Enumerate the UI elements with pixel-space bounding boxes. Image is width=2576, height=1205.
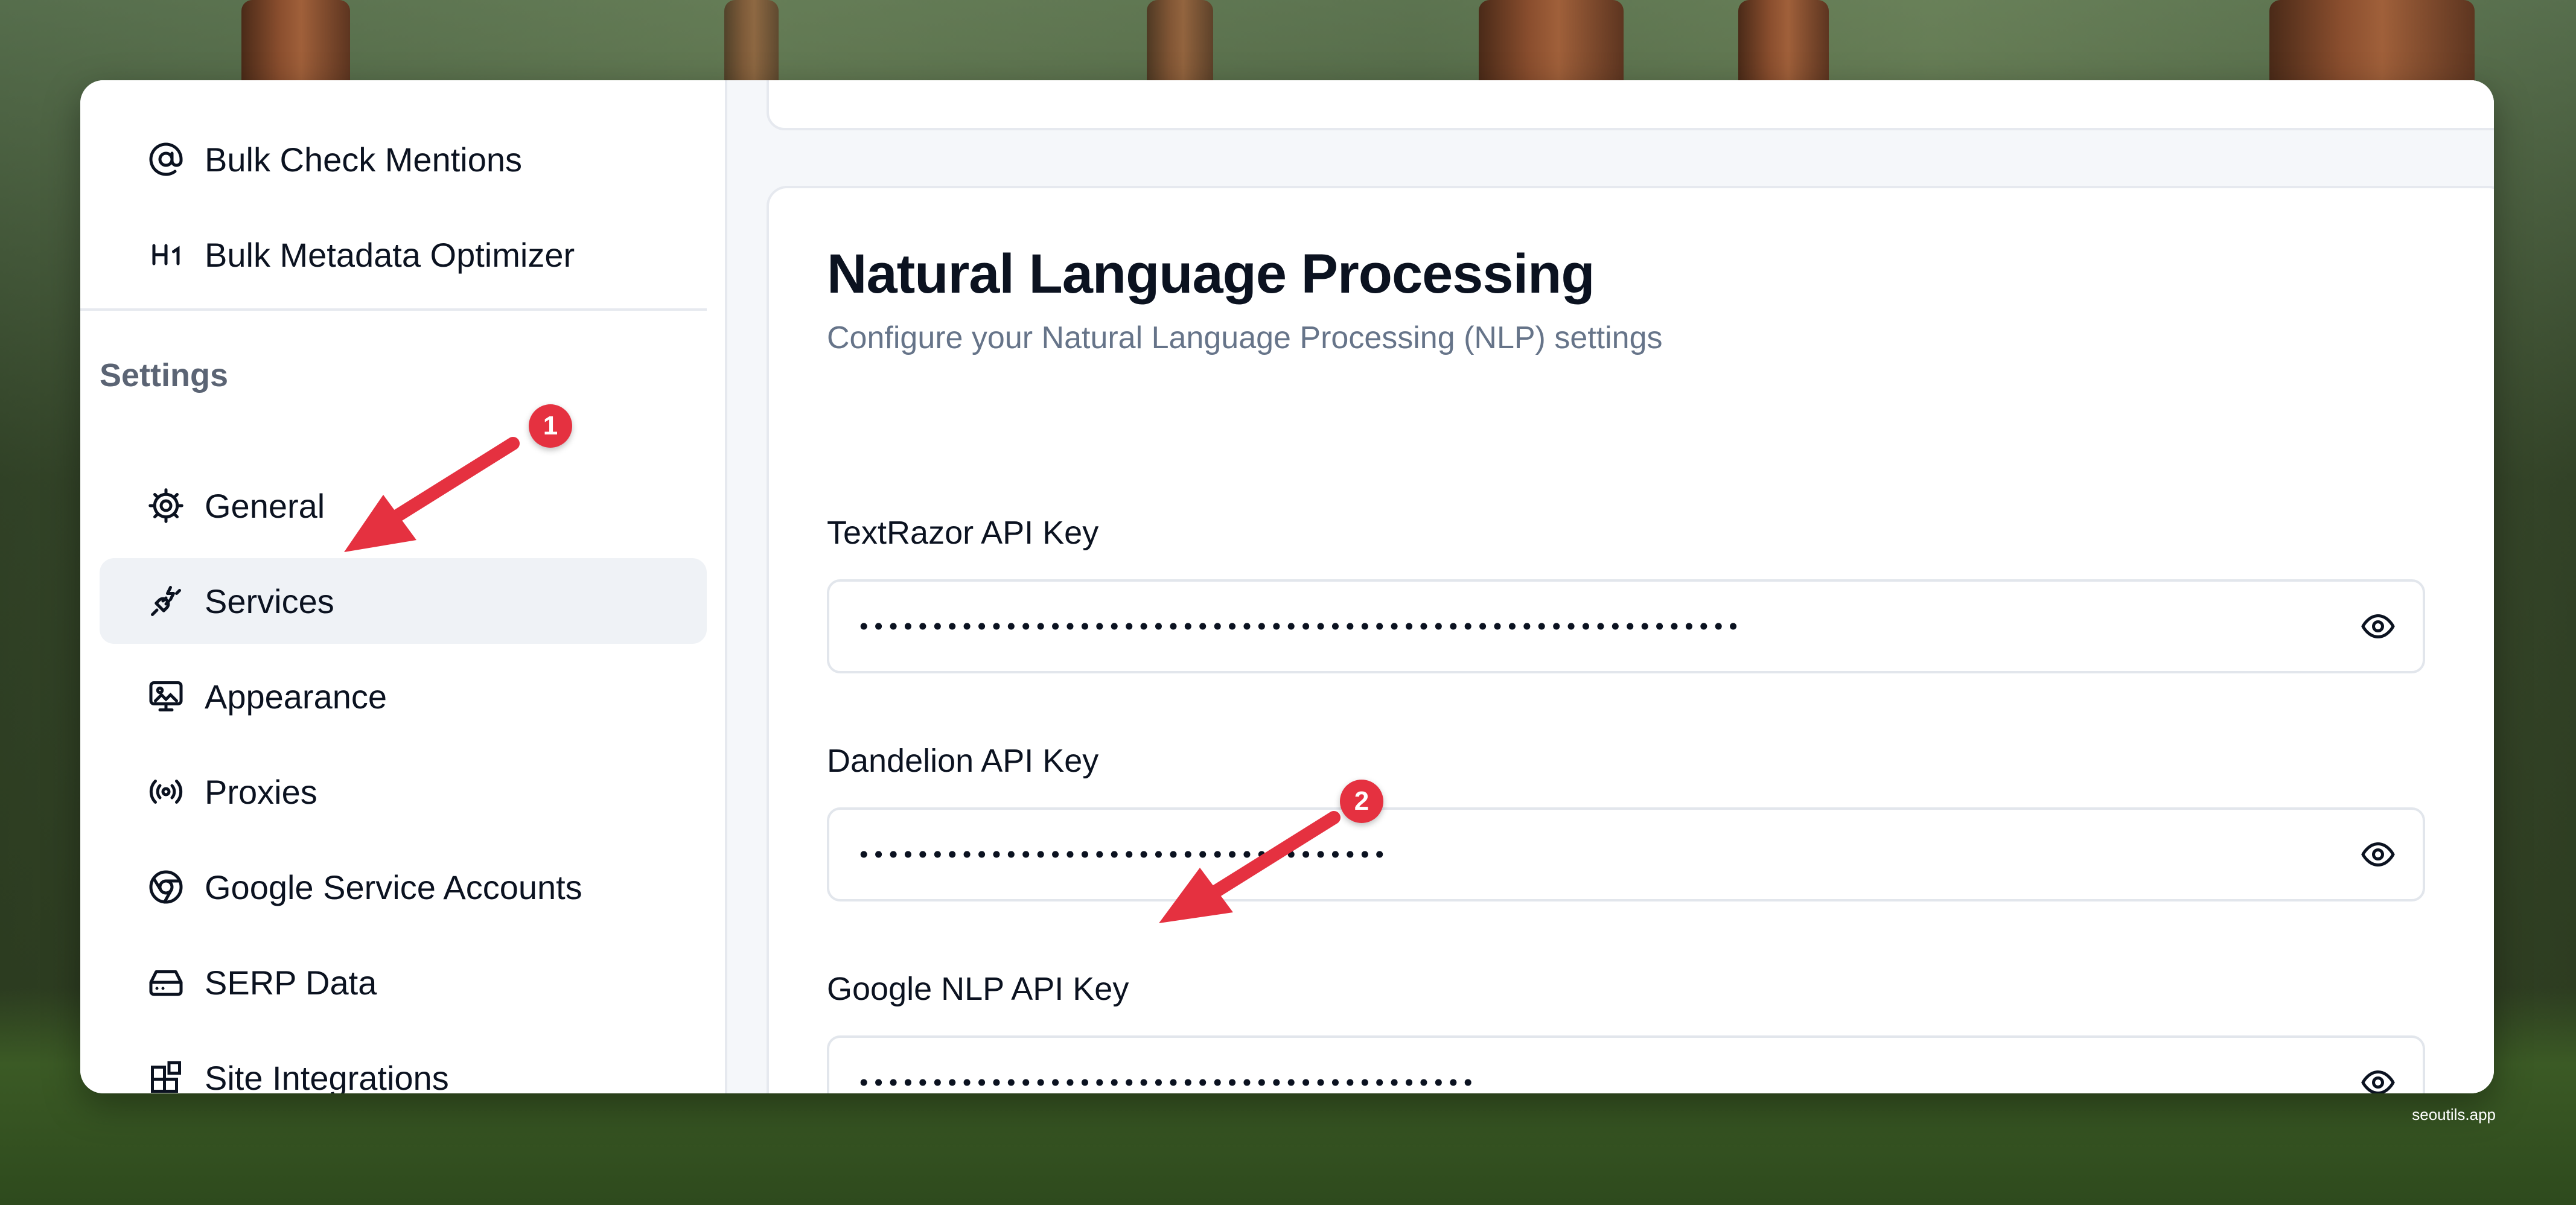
sidebar-item-appearance[interactable]: Appearance: [100, 653, 707, 739]
plug-icon: [147, 582, 185, 620]
textrazor-api-key-label: TextRazor API Key: [827, 515, 1099, 551]
chrome-icon: [147, 868, 185, 906]
hard-drive-icon: [147, 963, 185, 1002]
panel-subtitle: Configure your Natural Language Processi…: [827, 320, 1663, 355]
sidebar-item-site-integrations[interactable]: Site Integrations: [100, 1035, 707, 1093]
settings-section-label: Settings: [100, 357, 229, 393]
sidebar-item-google-service-accounts[interactable]: Google Service Accounts: [100, 844, 707, 930]
show-password-eye-icon[interactable]: [2360, 1064, 2396, 1093]
sidebar-item-bulk-metadata-optimizer[interactable]: Bulk Metadata Optimizer: [100, 212, 707, 297]
annotation-badge-1: 1: [529, 404, 572, 448]
show-password-eye-icon[interactable]: [2360, 836, 2396, 873]
previous-settings-panel: [767, 80, 2494, 130]
dandelion-api-key-input[interactable]: [856, 810, 2307, 900]
broadcast-icon: [147, 772, 185, 811]
textrazor-api-key-input[interactable]: [856, 582, 2307, 672]
sidebar-item-label: Services: [205, 582, 334, 620]
annotation-badge-2: 2: [1340, 780, 1383, 823]
sidebar-item-label: Site Integrations: [205, 1058, 449, 1094]
google-nlp-api-key-field: [827, 1035, 2425, 1093]
show-password-eye-icon[interactable]: [2360, 608, 2396, 644]
app-window: Bulk Check Mentions Bulk Metadata Optimi…: [80, 80, 2494, 1093]
h1-icon: [147, 235, 185, 274]
gear-icon: [147, 486, 185, 525]
sidebar-item-label: Appearance: [205, 677, 387, 716]
dandelion-api-key-field: [827, 807, 2425, 901]
at-sign-icon: [147, 140, 185, 179]
monitor-icon: [147, 677, 185, 716]
sidebar-item-label: Proxies: [205, 772, 317, 811]
main-content: Natural Language Processing Configure yo…: [727, 80, 2494, 1093]
sidebar: Bulk Check Mentions Bulk Metadata Optimi…: [80, 80, 727, 1093]
sidebar-divider: [80, 308, 707, 311]
sidebar-item-services[interactable]: Services: [100, 558, 707, 644]
google-nlp-api-key-label: Google NLP API Key: [827, 971, 1129, 1007]
sidebar-item-general[interactable]: General: [100, 463, 707, 548]
sidebar-item-label: Bulk Check Mentions: [205, 140, 523, 179]
sidebar-item-label: Google Service Accounts: [205, 868, 582, 906]
dandelion-api-key-label: Dandelion API Key: [827, 743, 1099, 779]
watermark: seoutils.app: [2412, 1105, 2496, 1124]
blocks-icon: [147, 1058, 185, 1093]
panel-title: Natural Language Processing: [827, 243, 1595, 305]
sidebar-item-bulk-check-mentions[interactable]: Bulk Check Mentions: [100, 116, 707, 202]
textrazor-api-key-field: [827, 579, 2425, 673]
google-nlp-api-key-input[interactable]: [856, 1038, 2307, 1093]
nlp-settings-panel: Natural Language Processing Configure yo…: [767, 186, 2494, 1093]
sidebar-item-proxies[interactable]: Proxies: [100, 749, 707, 835]
sidebar-item-label: Bulk Metadata Optimizer: [205, 235, 575, 274]
sidebar-item-serp-data[interactable]: SERP Data: [100, 940, 707, 1025]
sidebar-item-label: General: [205, 486, 325, 525]
sidebar-item-label: SERP Data: [205, 963, 377, 1002]
